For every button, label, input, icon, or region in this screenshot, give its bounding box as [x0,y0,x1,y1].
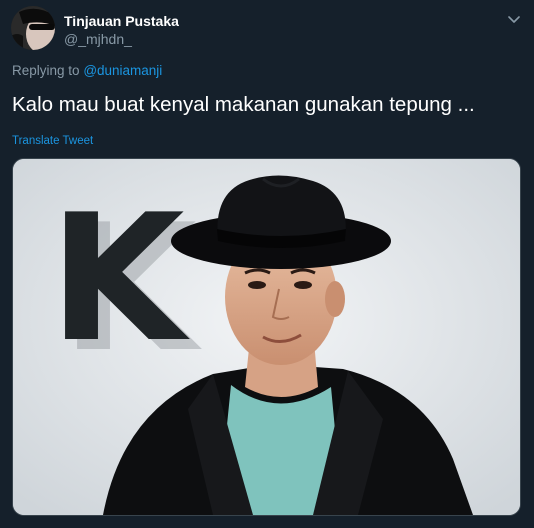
media-photo: K K [13,159,520,515]
tweet-author[interactable]: Tinjauan Pustaka @_mjhdn_ [64,12,179,48]
author-display-name[interactable]: Tinjauan Pustaka [64,12,179,30]
author-handle[interactable]: @_mjhdn_ [64,30,179,48]
tweet-media-image[interactable]: K K [12,158,521,516]
replying-to: Replying to @duniamanji [12,63,162,78]
translate-tweet-link[interactable]: Translate Tweet [12,135,93,147]
media-letter: K [49,178,190,381]
reply-mention-link[interactable]: @duniamanji [83,63,162,78]
tweet-card[interactable]: Tinjauan Pustaka @_mjhdn_ Replying to @d… [0,0,534,528]
avatar[interactable] [11,6,55,50]
avatar-image [11,6,55,50]
chevron-down-icon[interactable] [506,12,522,28]
tweet-text: Kalo mau buat kenyal makanan gunakan tep… [12,93,475,116]
replying-to-label: Replying to [12,63,80,78]
